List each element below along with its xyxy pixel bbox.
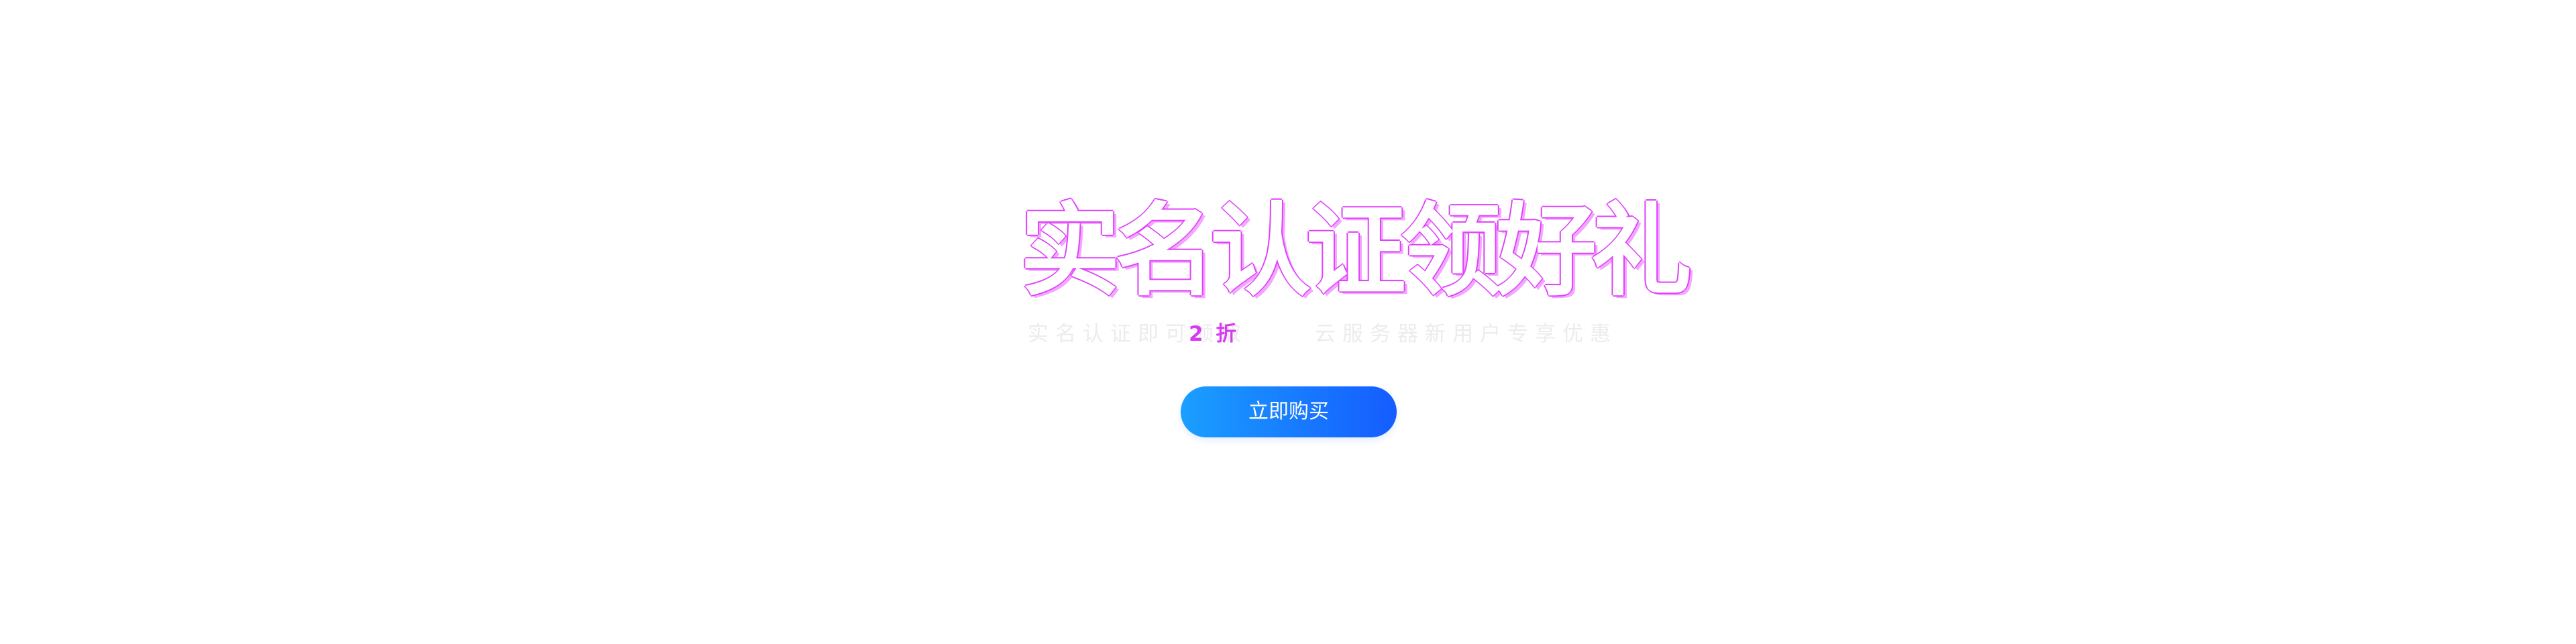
promo-content: 实名认证领好礼 实名认证即可领取 2 折 云服务器新用户专享优惠 立即购买 bbox=[0, 0, 2576, 644]
buy-now-button[interactable]: 立即购买 bbox=[1181, 386, 1397, 437]
promo-headline: 实名认证领好礼 bbox=[1020, 193, 1692, 310]
discount-badge: 2 折 bbox=[1189, 322, 1240, 346]
promo-subline: 实名认证即可领取 2 折 云服务器新用户专享优惠 bbox=[1020, 319, 1611, 349]
promo-banner: 实名认证领好礼 实名认证即可领取 2 折 云服务器新用户专享优惠 立即购买 bbox=[0, 0, 2576, 644]
subline-right-text: 云服务器新用户专享优惠 bbox=[1315, 322, 1617, 346]
